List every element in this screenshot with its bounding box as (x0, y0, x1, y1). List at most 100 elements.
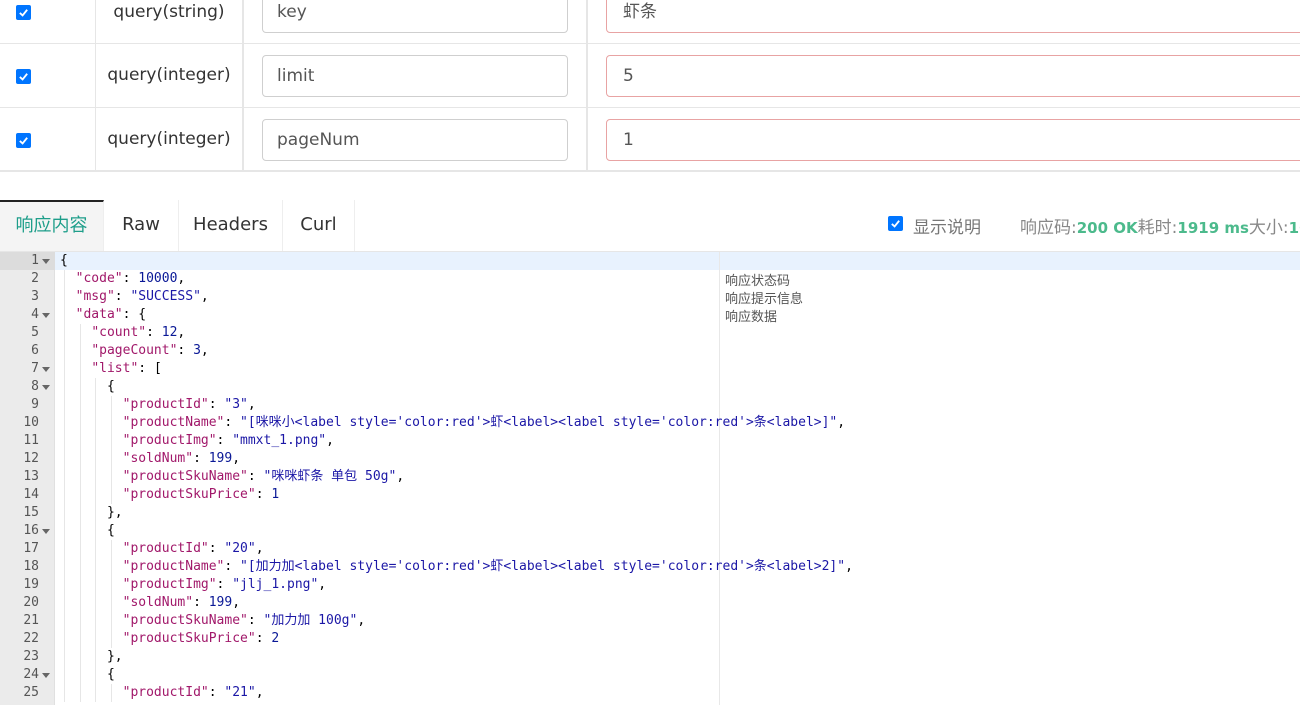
param-type: query(string) (113, 2, 225, 22)
tab-curl[interactable]: Curl (283, 200, 355, 251)
code-line: 12 "soldNum": 199, (0, 450, 1300, 468)
code-text: { (106, 523, 115, 538)
line-number: 11 (23, 433, 39, 448)
status-code-label: 响应码: (1020, 218, 1077, 238)
param-enable-checkbox[interactable] (16, 5, 31, 20)
code-text: "productImg": "mmxt_1.png", (122, 433, 334, 448)
param-row-pagenum: query(integer) pageNum 1 (0, 108, 1300, 172)
fold-toggle-icon[interactable] (42, 313, 50, 318)
line-number: 19 (23, 577, 39, 592)
tab-response-content[interactable]: 响应内容 (0, 200, 104, 251)
show-description-checkbox[interactable] (888, 216, 903, 231)
tab-raw[interactable]: Raw (104, 200, 179, 251)
param-row-key: query(string) key 虾条 (0, 0, 1300, 44)
line-number: 6 (31, 343, 39, 358)
code-line: 24 { (0, 666, 1300, 684)
fold-toggle-icon[interactable] (42, 673, 50, 678)
fold-toggle-icon[interactable] (42, 529, 50, 534)
fold-toggle-icon[interactable] (42, 259, 50, 264)
code-text: { (60, 253, 68, 268)
line-number: 16 (23, 523, 39, 538)
param-name-input[interactable]: limit (262, 55, 568, 97)
line-number: 8 (31, 379, 39, 394)
code-line: 8{ (0, 378, 1300, 396)
code-text: "code": 10000, (75, 271, 186, 286)
line-number: 1 (31, 253, 39, 268)
tab-headers[interactable]: Headers (179, 200, 283, 251)
code-line: 7 "list": [ (0, 360, 1300, 378)
code-text: "productSkuName": "加力加 100g", (122, 613, 366, 628)
param-enable-checkbox[interactable] (16, 69, 31, 84)
line-number: 9 (31, 397, 39, 412)
param-value-input[interactable]: 1 (606, 119, 1300, 161)
status-code-value: 200 OK (1076, 219, 1138, 237)
code-line: 14 "productSkuPrice": 1 (0, 486, 1300, 504)
code-text: "productId": "3", (122, 397, 256, 412)
line-number: 17 (23, 541, 39, 556)
code-line: 1{ (0, 252, 1300, 270)
response-status: 响应码:200 OK耗时:1919 ms大小:1093 (1020, 213, 1300, 238)
status-size-value: 1093 (1288, 219, 1300, 237)
code-line: 13 "productSkuName": "咪咪虾条 单包 50g", (0, 468, 1300, 486)
line-number: 22 (23, 631, 39, 646)
line-number: 12 (23, 451, 39, 466)
line-number: 25 (23, 685, 39, 700)
line-number: 13 (23, 469, 39, 484)
response-code-editor[interactable]: 响应状态码 响应提示信息 响应数据 1{2 "code": 10000, 3 "msg… (0, 252, 1300, 705)
code-text: "productSkuName": "咪咪虾条 单包 50g", (122, 469, 405, 484)
param-name-input[interactable]: key (262, 0, 568, 33)
code-line: 6 "pageCount": 3, (0, 342, 1300, 360)
code-line: 3 "msg": "SUCCESS", (0, 288, 1300, 306)
check-icon (19, 9, 28, 17)
code-text: "list": [ (91, 361, 162, 376)
code-line: 5 "count": 12, (0, 324, 1300, 342)
code-text: "soldNum": 199, (122, 595, 241, 610)
line-number: 2 (31, 271, 39, 286)
code-text: "productId": "21", (122, 685, 264, 700)
code-line: 23}, (0, 648, 1300, 666)
code-line: 15}, (0, 504, 1300, 522)
code-text: }, (106, 649, 123, 664)
fold-toggle-icon[interactable] (42, 367, 50, 372)
line-number: 21 (23, 613, 39, 628)
param-row-limit: query(integer) limit 5 (0, 44, 1300, 108)
code-text: "productImg": "jlj_1.png", (122, 577, 327, 592)
code-line: 16 { (0, 522, 1300, 540)
code-line: 10 "productName": "[咪咪小<label style='colo… (0, 414, 1300, 432)
param-value-input[interactable]: 虾条 (606, 0, 1300, 33)
code-text: { (106, 379, 115, 394)
code-text: "pageCount": 3, (91, 343, 209, 358)
line-number: 3 (31, 289, 39, 304)
param-enable-checkbox[interactable] (16, 133, 31, 148)
code-line: 21 "productSkuName": "加力加 100g", (0, 612, 1300, 630)
code-text: "data": { (75, 307, 147, 322)
status-size-label: 大小: (1248, 218, 1289, 238)
line-number: 10 (23, 415, 39, 430)
code-line: 22 "productSkuPrice": 2 (0, 630, 1300, 648)
line-number: 20 (23, 595, 39, 610)
check-icon (19, 73, 28, 81)
code-line: 18 "productName": "[加力加<label style='colo… (0, 558, 1300, 576)
code-text: "productId": "20", (122, 541, 264, 556)
param-type: query(integer) (107, 129, 231, 149)
code-line: 20 "soldNum": 199, (0, 594, 1300, 612)
code-text: "productName": "[加力加<label style='color:… (122, 559, 853, 574)
code-line: 2 "code": 10000, (0, 270, 1300, 288)
check-icon (19, 137, 28, 145)
fold-toggle-icon[interactable] (42, 385, 50, 390)
line-number: 14 (23, 487, 39, 502)
code-line: 17 "productId": "20", (0, 540, 1300, 558)
param-value-input[interactable]: 5 (606, 55, 1300, 97)
param-name-input[interactable]: pageNum (262, 119, 568, 161)
code-text: "productSkuPrice": 1 (122, 487, 280, 502)
line-number: 15 (23, 505, 39, 520)
code-line: 11 "productImg": "mmxt_1.png", (0, 432, 1300, 450)
line-number: 7 (31, 361, 39, 376)
code-line: 25 "productId": "21", (0, 684, 1300, 702)
code-text: { (106, 667, 115, 682)
code-text: "soldNum": 199, (122, 451, 241, 466)
line-number: 18 (23, 559, 39, 574)
line-number: 5 (31, 325, 39, 340)
code-text: "productName": "[咪咪小<label style='color:… (122, 415, 846, 430)
line-number: 4 (31, 307, 39, 322)
